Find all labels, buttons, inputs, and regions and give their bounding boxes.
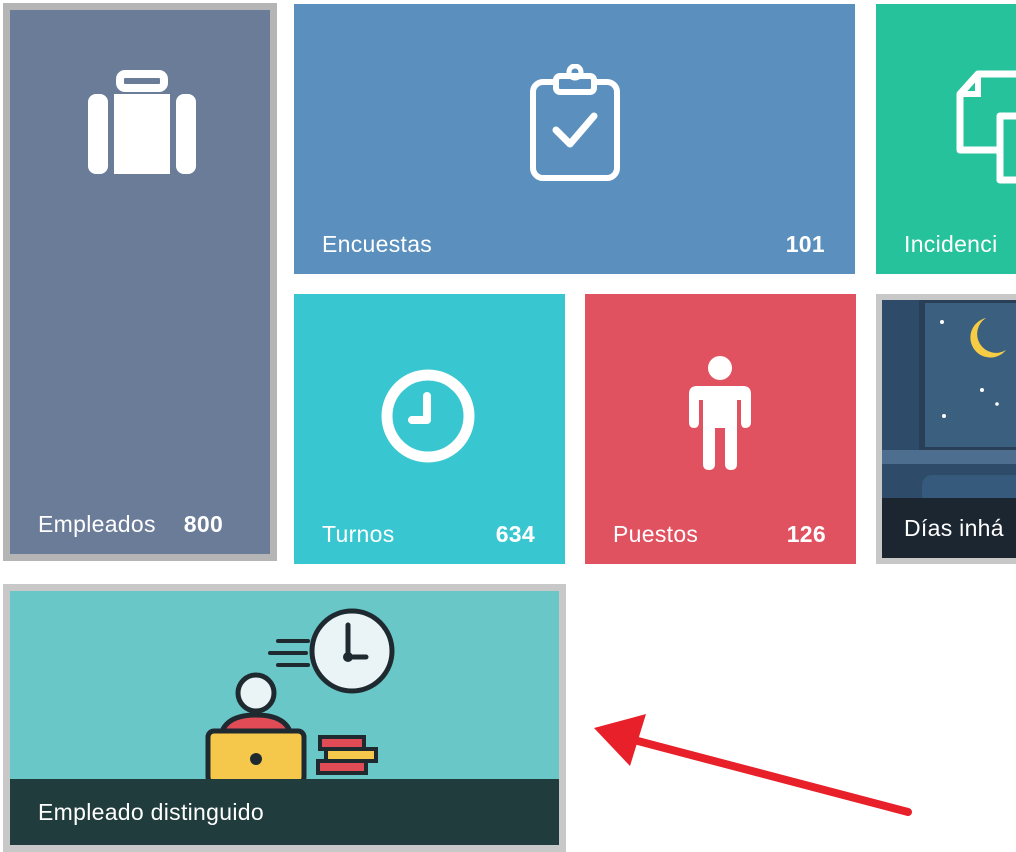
tile-count: 800 [183, 510, 224, 537]
tile-incidencias[interactable]: Incidenci [876, 4, 1016, 274]
tile-title: Empleado distinguido [38, 798, 264, 825]
tile-empleados[interactable]: Empleados 800 [3, 3, 277, 561]
tile-label: Días inhá [882, 498, 1016, 558]
tile-count: 126 [786, 520, 826, 547]
clock-icon [378, 366, 478, 466]
tile-turnos[interactable]: Turnos 634 [294, 294, 565, 564]
tile-label: Encuestas 101 [294, 214, 855, 274]
documents-icon [954, 66, 1016, 186]
tile-label: Turnos 634 [294, 504, 565, 564]
tile-title: Encuestas [322, 230, 433, 257]
tile-title: Empleados [38, 510, 156, 537]
tile-label: Empleados 800 [10, 494, 270, 554]
tile-dias-inhabiles[interactable]: Días inhá [876, 294, 1016, 564]
tile-title: Turnos [322, 520, 395, 547]
tile-encuestas[interactable]: Encuestas 101 [294, 4, 855, 274]
clipboard-check-icon [528, 64, 622, 182]
tile-label: Incidenci [876, 214, 1016, 274]
tile-title: Incidenci [904, 230, 998, 257]
briefcase-icon [82, 70, 202, 180]
tile-label: Puestos 126 [585, 504, 856, 564]
tile-label: Empleado distinguido [10, 779, 559, 845]
tile-title: Días inhá [904, 514, 1004, 541]
person-icon [685, 356, 755, 470]
tile-count: 634 [495, 520, 535, 547]
tile-puestos[interactable]: Puestos 126 [585, 294, 856, 564]
red-arrow-icon [590, 712, 920, 827]
tile-empleado-distinguido[interactable]: Empleado distinguido [3, 584, 566, 852]
tile-count: 101 [785, 230, 825, 257]
tile-title: Puestos [613, 520, 699, 547]
